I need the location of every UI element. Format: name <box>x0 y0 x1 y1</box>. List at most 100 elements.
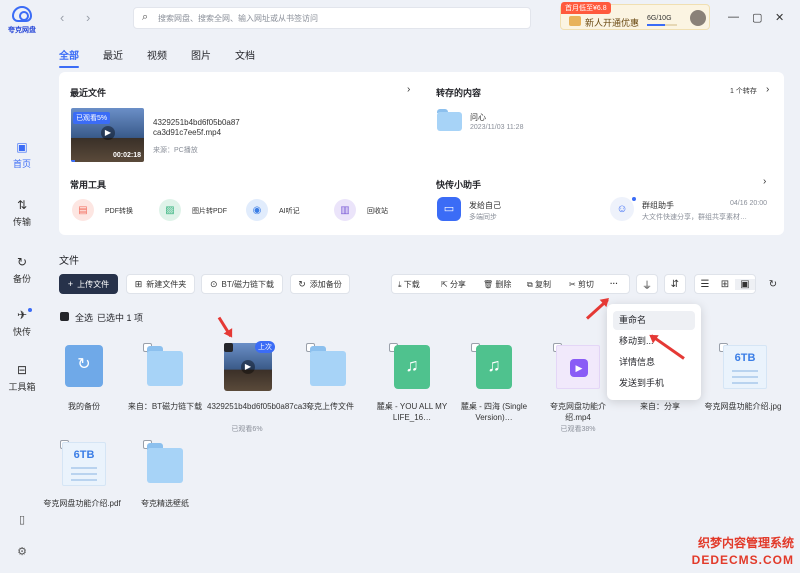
refresh-icon[interactable]: ↻ <box>764 274 782 294</box>
recent-file-name-line1[interactable]: 4329251b4bd6f05b0a87 <box>153 118 240 127</box>
file-checkbox[interactable] <box>224 343 233 352</box>
quick-helper-title: 快传小助手 <box>436 180 482 190</box>
more-button[interactable]: ··· <box>610 279 618 288</box>
folder-icon[interactable] <box>310 346 346 386</box>
backup-folder-icon[interactable]: ↻ <box>65 345 103 387</box>
recycle-bin-icon[interactable]: ▥ <box>334 199 356 221</box>
selection-count: 已选中 1 项 <box>97 313 144 323</box>
phone-icon[interactable]: ▯ <box>15 513 29 527</box>
recent-file-name-line2[interactable]: ca3d91c7ee5f.mp4 <box>153 128 221 137</box>
send-to-self-sub: 多端同步 <box>469 214 497 221</box>
new-folder-button[interactable]: ⊞ 新建文件夹 <box>126 274 195 294</box>
saved-item-name[interactable]: 问心 <box>470 112 486 123</box>
thumbnail-view-icon[interactable]: ▣ <box>735 278 755 290</box>
image-to-pdf-icon[interactable]: ▨ <box>159 199 181 221</box>
play-icon: ▶ <box>570 359 588 377</box>
sidebar-item-backup[interactable]: ↻ 备份 <box>0 255 44 285</box>
context-menu: 重命名 移动到... 详情信息 发送到手机 <box>607 304 701 400</box>
app-name: 夸克网盘 <box>8 27 36 34</box>
minimize-icon[interactable]: — <box>728 11 739 23</box>
search-input[interactable] <box>158 11 518 25</box>
select-all-label[interactable]: 全选 <box>75 311 93 324</box>
tool-pdf-convert[interactable]: PDF转换 <box>105 206 133 216</box>
add-backup-button[interactable]: ↻ 添加备份 <box>290 274 350 294</box>
folder-icon[interactable] <box>147 346 183 386</box>
cut-icon: ✂ <box>569 280 576 289</box>
sidebar-item-toolbox[interactable]: ⊟ 工具箱 <box>0 363 44 393</box>
upload-button[interactable]: + 上传文件 <box>59 274 118 294</box>
saved-content-title: 转存的内容 <box>436 88 482 98</box>
music-file-icon[interactable]: ♫ <box>476 345 512 389</box>
tool-recycle-bin[interactable]: 回收站 <box>367 206 388 216</box>
chevron-right-icon[interactable]: › <box>763 176 766 187</box>
file-item-name[interactable]: 4329251b4bd6f05b0a87ca3… <box>207 401 315 412</box>
share-button[interactable]: ⇱ 分享 <box>441 279 466 290</box>
tab-docs[interactable]: 文档 <box>235 47 255 62</box>
cut-button[interactable]: ✂ 剪切 <box>569 279 594 290</box>
file-item-name[interactable]: 夸克精选壁纸 <box>125 498 205 509</box>
grid-view-icon[interactable]: ⊞ <box>715 279 735 290</box>
tool-ai-listen[interactable]: AI听记 <box>279 206 300 216</box>
search-box[interactable]: ⌕ <box>133 7 531 29</box>
file-item-name[interactable]: 麓桌 - 四海 (Single Version)… <box>454 401 534 423</box>
bt-download-button[interactable]: ⊙ BT/磁力链下载 <box>201 274 283 294</box>
tools-title: 常用工具 <box>70 180 107 190</box>
file-item-name[interactable]: 夸克网盘功能介绍.pdf <box>42 498 122 509</box>
send-to-self-title[interactable]: 发给自己 <box>469 200 501 211</box>
sidebar-item-quick-send[interactable]: ✈ 快传 <box>0 308 44 338</box>
close-icon[interactable]: ✕ <box>775 11 784 24</box>
promo-banner[interactable]: 首月低至¥6.8 新人开通优惠 6G/10G <box>560 2 710 30</box>
pdf-convert-icon[interactable]: ▤ <box>72 199 94 221</box>
view-switcher: ☰ ⊞ ▣ <box>694 274 756 294</box>
filter-icon[interactable]: ⏚ <box>636 274 658 294</box>
files-title: 文件 <box>59 256 79 267</box>
video-thumbnail[interactable]: ▶ <box>556 345 600 389</box>
download-button[interactable]: ⤓ 下载 <box>398 279 420 290</box>
chevron-right-icon[interactable]: › <box>407 84 410 95</box>
tab-video[interactable]: 视频 <box>147 47 167 62</box>
promo-text: 新人开通优惠 <box>585 18 640 28</box>
file-item-name[interactable]: 夸克网盘功能介绍.jpg <box>703 401 783 412</box>
tab-image[interactable]: 图片 <box>191 47 211 62</box>
folder-icon[interactable] <box>147 443 183 483</box>
send-to-self-icon[interactable]: ▭ <box>437 197 461 221</box>
delete-button[interactable]: 🗑 删除 <box>483 279 511 290</box>
sort-icon[interactable]: ⇵ <box>664 274 686 294</box>
group-helper-title[interactable]: 群组助手 <box>642 200 674 211</box>
avatar[interactable] <box>690 10 706 26</box>
image-thumbnail[interactable]: 6TB <box>723 345 767 389</box>
last-watched-badge: 上次 <box>255 341 275 353</box>
menu-item-send-to-phone[interactable]: 发送到手机 <box>613 374 695 393</box>
file-item-name[interactable]: 我的备份 <box>44 401 124 412</box>
settings-icon[interactable]: ⚙ <box>15 545 29 559</box>
pdf-thumbnail[interactable]: 6TB <box>62 442 106 486</box>
select-all-checkbox[interactable] <box>60 312 69 321</box>
sidebar-item-transfer[interactable]: ⇅ 传输 <box>0 198 44 228</box>
tab-all[interactable]: 全部 <box>59 47 79 68</box>
saved-count[interactable]: 1 个转存 <box>730 86 757 96</box>
file-item-name[interactable]: 夸克上传文件 <box>290 401 370 412</box>
magnet-icon: ⊙ <box>210 278 218 289</box>
recent-video-thumbnail[interactable]: 已观看5% ▶ 00:02:18 <box>71 108 144 162</box>
watermark-line2: DEDECMS.COM <box>691 553 794 567</box>
music-file-icon[interactable]: ♫ <box>394 345 430 389</box>
ai-listen-icon[interactable]: ◉ <box>246 199 268 221</box>
menu-item-rename[interactable]: 重命名 <box>613 311 695 330</box>
tab-recent[interactable]: 最近 <box>103 47 123 62</box>
sidebar-item-home[interactable]: ▣ 首页 <box>0 140 44 170</box>
back-arrow-icon[interactable]: ‹ <box>60 10 64 25</box>
saved-item-time: 2023/11/03 11:28 <box>470 124 524 131</box>
file-item-name[interactable]: 麓桌 - YOU ALL MY LIFE_16… <box>372 401 452 423</box>
tool-image-to-pdf[interactable]: 图片转PDF <box>192 206 227 216</box>
annotation-arrow <box>585 298 609 320</box>
folder-icon[interactable] <box>437 109 462 131</box>
file-item-name[interactable]: 来自：分享 <box>620 401 700 412</box>
group-helper-icon[interactable]: ☺ <box>610 197 634 221</box>
copy-button[interactable]: ⧉ 复制 <box>527 279 551 290</box>
maximize-icon[interactable]: ▢ <box>752 11 762 24</box>
list-view-icon[interactable]: ☰ <box>695 279 715 290</box>
file-item-name[interactable]: 来自：BT磁力链下载 <box>125 401 205 412</box>
forward-arrow-icon[interactable]: › <box>86 10 90 25</box>
chevron-right-icon[interactable]: › <box>766 84 769 95</box>
file-item-name[interactable]: 夸克网盘功能介绍.mp4 <box>538 401 618 423</box>
